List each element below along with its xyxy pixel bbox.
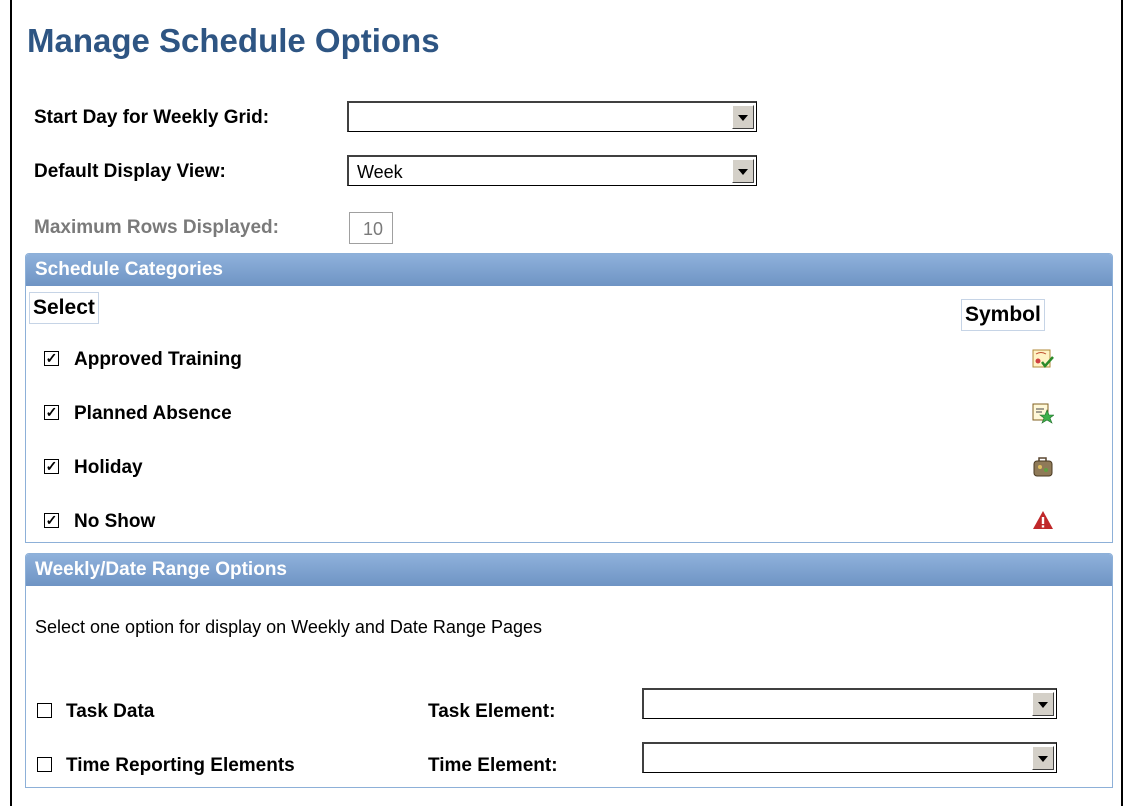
task-element-label: Task Element: (428, 701, 556, 722)
time-element-label: Time Element: (428, 755, 558, 776)
weekly-options-instructions: Select one option for display on Weekly … (35, 617, 542, 637)
chevron-down-icon[interactable] (1032, 692, 1054, 716)
default-view-label: Default Display View: (34, 161, 226, 182)
chevron-down-icon[interactable] (732, 105, 754, 129)
holiday-checkbox[interactable]: ✓ (44, 459, 59, 474)
symbol-column-header: Symbol (961, 299, 1045, 331)
chevron-down-icon[interactable] (1032, 746, 1054, 770)
default-view-value: Week (357, 162, 403, 182)
schedule-categories-header: Schedule Categories (26, 254, 1112, 286)
max-rows-value: 10 (363, 219, 384, 239)
warning-triangle-icon (1033, 511, 1053, 529)
default-view-select[interactable]: Week (347, 155, 757, 186)
max-rows-field: 10 (349, 212, 393, 244)
planned-absence-label: Planned Absence (74, 403, 232, 424)
no-show-checkbox[interactable]: ✓ (44, 513, 59, 528)
holiday-label: Holiday (74, 457, 143, 478)
max-rows-label: Maximum Rows Displayed: (34, 217, 279, 238)
task-data-label: Task Data (66, 701, 155, 722)
page-title: Manage Schedule Options (27, 22, 440, 59)
certificate-check-icon (1032, 349, 1054, 368)
time-element-select[interactable] (642, 742, 1057, 773)
start-day-select[interactable] (347, 101, 757, 132)
start-day-label: Start Day for Weekly Grid: (34, 107, 270, 128)
planned-absence-checkbox[interactable]: ✓ (44, 405, 59, 420)
schedule-categories-group: Schedule Categories (25, 253, 1113, 543)
calendar-star-icon (1032, 403, 1054, 424)
time-reporting-label: Time Reporting Elements (66, 755, 295, 776)
task-element-select[interactable] (642, 688, 1057, 719)
suitcase-icon (1033, 457, 1053, 477)
weekly-options-header: Weekly/Date Range Options (26, 554, 1112, 586)
approved-training-checkbox[interactable]: ✓ (44, 351, 59, 366)
no-show-label: No Show (74, 511, 156, 532)
approved-training-label: Approved Training (74, 349, 242, 370)
chevron-down-icon[interactable] (732, 159, 754, 183)
select-column-header: Select (29, 292, 99, 324)
time-reporting-checkbox[interactable] (37, 757, 52, 772)
task-data-checkbox[interactable] (37, 703, 52, 718)
